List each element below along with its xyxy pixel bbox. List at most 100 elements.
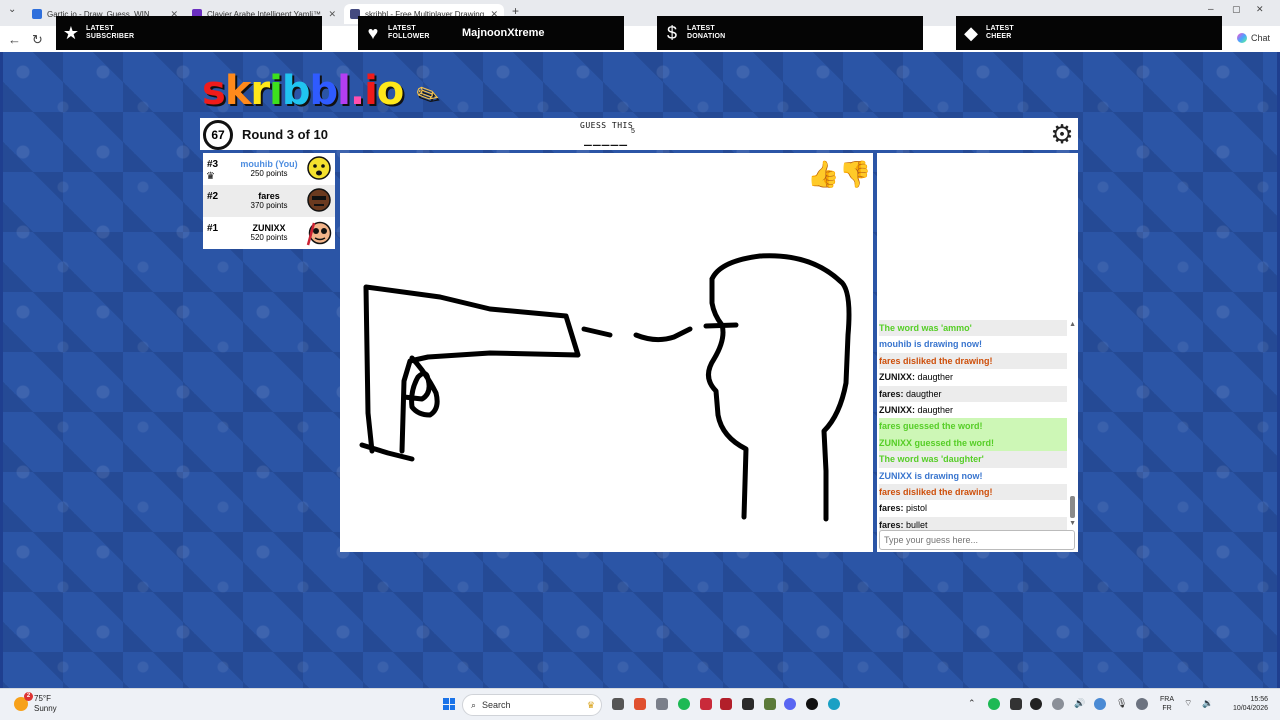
- thumbs-up-icon[interactable]: 👍: [807, 159, 839, 190]
- chat-author: fares:: [879, 519, 904, 530]
- chat-system-text: The word was 'daughter': [879, 454, 984, 465]
- windows-taskbar: 2 75°F Sunny ⌕ Search ♛ ⌃ 🔊 🎙 FRA FR ⌔ 🔉…: [0, 688, 1280, 720]
- input-language[interactable]: FRA FR: [1160, 695, 1174, 713]
- search-label: Search: [482, 700, 511, 710]
- app-icon-red[interactable]: [700, 698, 712, 710]
- latest-follower-value: MajnoonXtreme: [462, 27, 545, 39]
- chat-message: mouhib is drawing now!: [879, 336, 1067, 353]
- chat-author: ZUNIXX:: [879, 372, 915, 383]
- tab-list-chevron-icon[interactable]: ⌄: [8, 4, 16, 15]
- guess-input[interactable]: [879, 530, 1075, 550]
- player-row[interactable]: #1 ZUNIXX 520 points: [203, 217, 335, 249]
- latest-follower-label: LATEST FOLLOWER: [388, 25, 430, 40]
- star-icon: ★: [62, 22, 80, 43]
- chat-label: Chat: [1250, 33, 1270, 43]
- keyboard-code: FR: [1162, 705, 1172, 712]
- tray-obs-icon[interactable]: [1030, 698, 1042, 710]
- player-row[interactable]: #3 ♛ mouhib (You) 250 points: [203, 153, 335, 185]
- logo-text: skribbl.io: [202, 68, 404, 114]
- chat-text: daugther: [915, 372, 954, 383]
- scroll-up-arrow-icon[interactable]: ▲: [1069, 321, 1076, 328]
- round-indicator: Round 3 of 10: [242, 127, 328, 142]
- browser-chat-button[interactable]: Chat: [1236, 33, 1270, 43]
- tray-chevron-icon[interactable]: ⌃: [968, 698, 976, 709]
- guess-this-label: GUESS THIS: [580, 121, 634, 130]
- chat-text: bullet: [903, 519, 928, 530]
- player-avatar-yellow: [307, 156, 331, 180]
- latest-follower-box: ♥ LATEST FOLLOWER MajnoonXtreme: [358, 16, 624, 50]
- reload-icon[interactable]: ↻: [32, 32, 43, 48]
- player-points: 520 points: [250, 233, 288, 242]
- word-length: 5: [631, 128, 635, 135]
- search-icon: ⌕: [471, 699, 477, 710]
- drawing-canvas[interactable]: 👍 👎: [340, 153, 873, 552]
- player-rank: #3: [207, 159, 219, 170]
- minecraft-icon[interactable]: [764, 698, 776, 710]
- wifi-icon[interactable]: ⌔: [1184, 698, 1192, 709]
- latest-donation-label: LATEST DONATION: [687, 25, 726, 40]
- player-rank: #2: [207, 191, 219, 202]
- game-top-bar: 67 Round 3 of 10 GUESS THIS 5 _____ ⚙: [200, 118, 1078, 150]
- chat-text: pistol: [903, 503, 928, 514]
- chat-message: ZUNIXX guessed the word!: [879, 434, 1067, 452]
- brave-browser-icon[interactable]: [634, 698, 646, 710]
- chat-panel: The word was 'ammo' mouhib is drawing now…: [877, 153, 1078, 552]
- chat-system-text: mouhib is drawing now!: [879, 339, 982, 350]
- heart-icon: ♥: [367, 22, 379, 43]
- spotify-icon[interactable]: [678, 698, 690, 710]
- discord-icon[interactable]: [784, 698, 796, 710]
- chat-system-text: fares guessed the word!: [879, 421, 983, 432]
- scroll-down-arrow-icon[interactable]: ▼: [1069, 520, 1076, 527]
- chat-author: ZUNIXX:: [879, 404, 915, 415]
- gartic-favicon-icon: [32, 9, 42, 19]
- drawing-strokes: [359, 253, 852, 522]
- microphone-icon[interactable]: 🎙: [1116, 698, 1127, 709]
- tray-app-icon[interactable]: [1052, 698, 1064, 710]
- chat-scrollbar[interactable]: [1070, 496, 1075, 518]
- latest-subscriber-label: LATEST SUBSCRIBER: [86, 25, 135, 40]
- chat-message: ZUNIXX: daugther: [879, 401, 1067, 419]
- taskbar-search[interactable]: ⌕ Search ♛: [462, 694, 602, 716]
- back-arrow-icon[interactable]: ←: [8, 32, 21, 47]
- close-tab-icon[interactable]: ✕: [328, 9, 336, 20]
- weather-badge: 2: [24, 692, 33, 701]
- latest-donation-box: $ LATEST DONATION: [657, 16, 923, 50]
- clock-date: 10/04/2026: [1232, 705, 1268, 712]
- chat-message: fares guessed the word!: [879, 418, 1067, 435]
- app-icon-dark[interactable]: [742, 698, 754, 710]
- chat-message: fares: daugther: [879, 385, 1067, 402]
- window-close-icon[interactable]: ✕: [1256, 4, 1264, 15]
- tray-settings-icon[interactable]: [1136, 698, 1148, 710]
- player-avatar-brown: [307, 188, 331, 212]
- player-name: fares: [258, 191, 280, 201]
- chat-system-text: fares disliked the drawing!: [879, 486, 993, 497]
- chat-text: daugther: [915, 404, 954, 415]
- dollar-icon: $: [666, 22, 677, 43]
- chat-message: The word was 'ammo': [879, 320, 1067, 337]
- obs-icon[interactable]: [806, 698, 818, 710]
- windows-start-icon[interactable]: [443, 698, 455, 710]
- minimize-icon[interactable]: –: [1208, 4, 1214, 15]
- app-icon-darkred[interactable]: [720, 698, 732, 710]
- edge-icon[interactable]: [828, 698, 840, 710]
- settings-gear-icon[interactable]: ⚙: [1048, 120, 1076, 148]
- player-row[interactable]: #2 fares 370 points: [203, 185, 335, 217]
- tray-nvidia-icon[interactable]: [1010, 698, 1022, 710]
- taskbar-clock[interactable]: 15:56 10/04/2026: [1222, 695, 1268, 713]
- latest-cheer-label: LATEST CHEER: [986, 25, 1014, 40]
- file-explorer-icon[interactable]: [612, 698, 624, 710]
- tray-spotify-icon[interactable]: [988, 698, 1000, 710]
- players-list: #3 ♛ mouhib (You) 250 points #2 fares 37…: [203, 153, 335, 249]
- volume-icon[interactable]: 🔊: [1074, 698, 1085, 709]
- chat-message: The word was 'daughter': [879, 451, 1067, 468]
- chat-author: fares:: [879, 503, 904, 514]
- tray-network-icon[interactable]: [1094, 698, 1106, 710]
- speaker-icon[interactable]: 🔉: [1202, 698, 1213, 709]
- latest-cheer-box: ◆ LATEST CHEER: [956, 16, 1222, 50]
- capcut-icon[interactable]: [656, 698, 668, 710]
- thumbs-down-icon[interactable]: 👎: [839, 159, 871, 190]
- player-name: ZUNIXX: [252, 223, 286, 233]
- chat-system-text: ZUNIXX is drawing now!: [879, 470, 983, 481]
- maximize-icon[interactable]: ▢: [1232, 4, 1241, 15]
- weather-widget[interactable]: 2 75°F Sunny: [14, 692, 57, 714]
